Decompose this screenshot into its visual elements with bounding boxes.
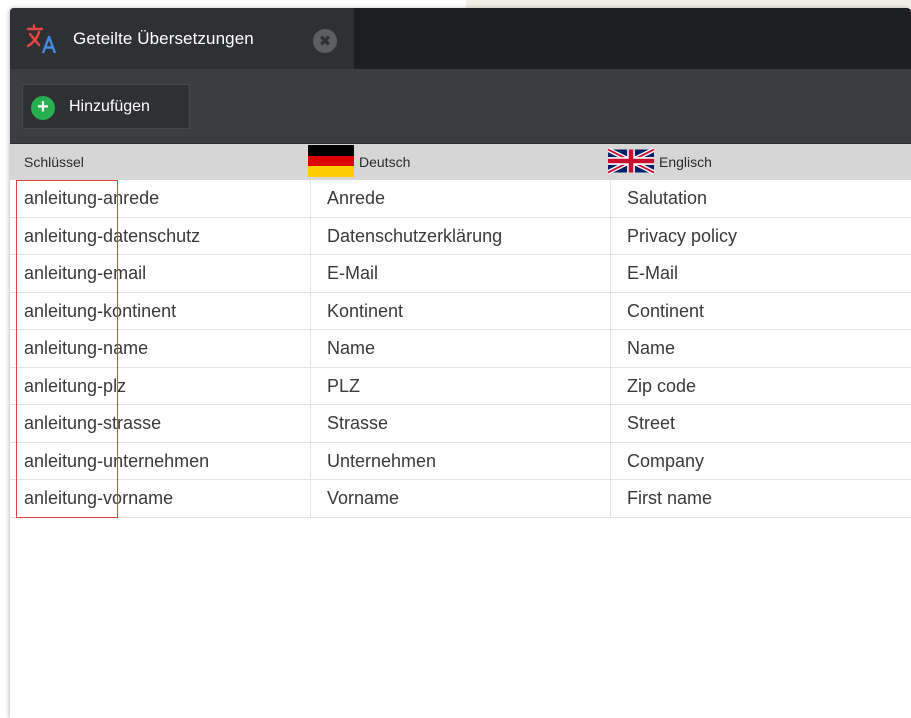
plus-icon: +	[31, 96, 55, 120]
cell-german: Name	[310, 330, 610, 367]
cell-german: Unternehmen	[310, 442, 610, 480]
tab-bar: Geteilte Übersetzungen ✖	[10, 8, 911, 69]
cell-key: anleitung-strasse	[24, 413, 162, 433]
cell-german: Kontinent	[310, 292, 610, 330]
cell-english: Name	[610, 330, 911, 367]
column-header-german[interactable]: Deutsch	[308, 144, 410, 180]
cell-english: E-Mail	[610, 255, 911, 292]
cell-english: Continent	[610, 292, 911, 330]
cell-english: Privacy policy	[610, 217, 911, 255]
german-flag-icon	[308, 144, 354, 177]
cell-english: Company	[610, 442, 911, 480]
table-row[interactable]: anleitung-datenschutz Datenschutzerkläru…	[10, 217, 911, 255]
table-row[interactable]: anleitung-unternehmen Unternehmen Compan…	[10, 442, 911, 480]
column-header-key-label: Schlüssel	[24, 154, 84, 170]
cell-key: anleitung-email	[24, 263, 147, 283]
table-body: anleitung-anrede Anrede Salutation anlei…	[10, 180, 911, 518]
cell-german: Vorname	[310, 480, 610, 517]
tab-title: Geteilte Übersetzungen	[73, 29, 254, 48]
table-row[interactable]: anleitung-kontinent Kontinent Continent	[10, 292, 911, 330]
table-row[interactable]: anleitung-name Name Name	[10, 330, 911, 368]
table-row[interactable]: anleitung-anrede Anrede Salutation	[10, 180, 911, 218]
translate-icon	[26, 24, 60, 54]
tab-shared-translations[interactable]: Geteilte Übersetzungen ✖	[10, 8, 354, 69]
table-header: Schlüssel Deutsch Englisch	[10, 144, 911, 180]
cell-english: First name	[610, 480, 911, 517]
cell-english: Street	[610, 405, 911, 442]
cell-key: anleitung-name	[24, 338, 149, 358]
column-header-english-label: Englisch	[659, 154, 712, 170]
cell-german: E-Mail	[310, 255, 610, 292]
add-button[interactable]: + Hinzufügen	[22, 84, 190, 129]
cell-key: anleitung-plz	[24, 375, 127, 396]
cell-key: anleitung-datenschutz	[24, 225, 201, 246]
column-header-english[interactable]: Englisch	[608, 144, 712, 180]
cell-german: Anrede	[310, 180, 610, 217]
cell-english: Salutation	[610, 180, 911, 217]
uk-flag-icon	[608, 146, 654, 175]
table-row[interactable]: anleitung-plz PLZ Zip code	[10, 367, 911, 405]
column-header-german-label: Deutsch	[359, 154, 411, 170]
cell-key: anleitung-anrede	[24, 188, 160, 208]
table-row[interactable]: anleitung-strasse Strasse Street	[10, 405, 911, 443]
toolbar: + Hinzufügen	[10, 69, 911, 144]
cell-key: anleitung-unternehmen	[24, 450, 210, 471]
table-row[interactable]: anleitung-vorname Vorname First name	[10, 480, 911, 518]
cell-german: PLZ	[310, 367, 610, 405]
translations-panel: Geteilte Übersetzungen ✖ + Hinzufügen Sc…	[10, 8, 911, 718]
close-icon[interactable]: ✖	[313, 29, 337, 53]
cell-key: anleitung-vorname	[24, 488, 174, 508]
cell-english: Zip code	[610, 367, 911, 405]
cell-key: anleitung-kontinent	[24, 300, 177, 321]
cell-german: Strasse	[310, 405, 610, 442]
add-button-label: Hinzufügen	[69, 98, 150, 115]
table-row[interactable]: anleitung-email E-Mail E-Mail	[10, 255, 911, 293]
cell-german: Datenschutzerklärung	[310, 217, 610, 255]
column-header-key[interactable]: Schlüssel	[24, 144, 84, 180]
